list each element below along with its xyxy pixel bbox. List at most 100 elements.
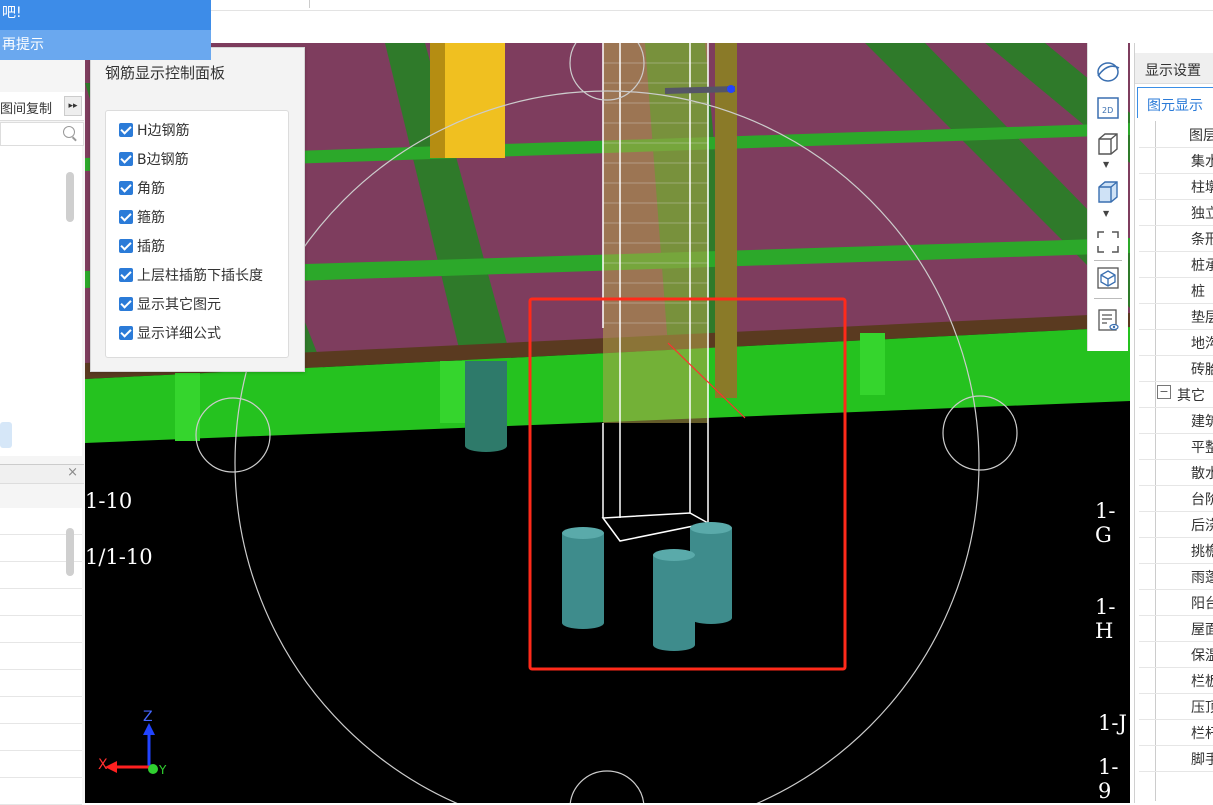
chevron-down-icon[interactable]: ▼	[1103, 209, 1109, 218]
divider	[309, 0, 310, 8]
double-arrow-right-icon[interactable]: ▸▸	[64, 96, 82, 116]
properties-panel-header: ×	[0, 464, 84, 484]
tree-row[interactable]: 雨蓬	[1139, 563, 1213, 590]
z-axis-label: Z	[143, 709, 153, 725]
table-row[interactable]	[0, 643, 82, 670]
tab-element-display[interactable]: 图元显示	[1137, 87, 1213, 118]
axis-label: 1-G	[1095, 499, 1116, 547]
tree-item-label: 阳台	[1191, 596, 1213, 612]
checkbox-icon[interactable]	[119, 239, 133, 253]
tree-row[interactable]: 条形	[1139, 225, 1213, 252]
tree-item-label: 地沟	[1191, 336, 1213, 352]
pile-cap	[860, 333, 885, 395]
tree-item-label: 压顶	[1191, 700, 1213, 716]
fit-view-icon[interactable]	[1095, 229, 1121, 255]
tree-row[interactable]: 砖胎	[1139, 355, 1213, 382]
checkbox-icon[interactable]	[119, 297, 133, 311]
checkbox-icon[interactable]	[119, 123, 133, 137]
tree-row[interactable]: 压顶	[1139, 693, 1213, 720]
dont-show-again-button[interactable]: 再提示	[0, 30, 211, 60]
tree-item-label: 散水	[1191, 466, 1213, 482]
tree-item-label: 建筑	[1191, 414, 1213, 430]
checkbox-dowel[interactable]: 插筋	[119, 235, 165, 257]
2d-view-icon[interactable]: 2D	[1095, 95, 1121, 121]
tree-item-label: 桩承	[1191, 258, 1213, 274]
pile-cap	[440, 361, 465, 423]
tree-row[interactable]: 桩	[1139, 277, 1213, 304]
checkbox-upper-dowel-length[interactable]: 上层柱插筋下插长度	[119, 264, 263, 286]
panel-title: 显示设置	[1145, 63, 1201, 79]
checkbox-b-side-rebar[interactable]: B边钢筋	[119, 148, 189, 170]
tree-row[interactable]: 集水	[1139, 147, 1213, 174]
checkbox-label: 显示其它图元	[137, 297, 221, 313]
tree-row[interactable]: 垫层	[1139, 303, 1213, 330]
checkbox-corner-rebar[interactable]: 角筋	[119, 177, 165, 199]
tree-row[interactable]: 建筑	[1139, 407, 1213, 434]
table-row[interactable]	[0, 724, 82, 751]
table-row[interactable]	[0, 778, 82, 805]
tree-item-label: 其它	[1177, 388, 1205, 404]
scrollbar[interactable]	[66, 172, 74, 222]
table-row[interactable]	[0, 670, 82, 697]
y-axis-label: Y	[159, 763, 167, 777]
checkbox-label: 箍筋	[137, 210, 165, 226]
orbit-icon[interactable]	[1095, 59, 1121, 85]
3d-box-filled-icon[interactable]	[1095, 179, 1121, 205]
tree-row-group[interactable]: − 其它	[1139, 381, 1213, 408]
x-axis-label: X	[98, 757, 108, 773]
tree-row[interactable]: 图层	[1139, 121, 1213, 148]
tree-item-label: 挑檐	[1191, 544, 1213, 560]
checkbox-stirrup[interactable]: 箍筋	[119, 206, 165, 228]
tree-item-label: 图层	[1189, 128, 1213, 144]
table-row[interactable]	[0, 616, 82, 643]
table-row[interactable]	[0, 589, 82, 616]
tree-row[interactable]: 脚手	[1139, 745, 1213, 772]
table-row[interactable]	[0, 751, 82, 778]
tree-row[interactable]: 后浇	[1139, 511, 1213, 538]
checkbox-icon[interactable]	[119, 152, 133, 166]
checkbox-h-side-rebar[interactable]: H边钢筋	[119, 119, 190, 141]
checkbox-icon[interactable]	[119, 268, 133, 282]
tree-row[interactable]: 栏板	[1139, 667, 1213, 694]
checkbox-show-detailed-formula[interactable]: 显示详细公式	[119, 322, 221, 344]
divider	[1094, 298, 1122, 299]
checkbox-label: B边钢筋	[137, 152, 189, 168]
tree-row[interactable]: 地沟	[1139, 329, 1213, 356]
table-row[interactable]	[0, 697, 82, 724]
close-icon[interactable]: ×	[67, 465, 78, 480]
pile	[562, 527, 604, 629]
chevron-down-icon[interactable]: ▼	[1103, 160, 1109, 169]
tree-row[interactable]: 散水	[1139, 459, 1213, 486]
search-icon[interactable]	[63, 126, 75, 138]
display-settings-icon[interactable]	[1095, 307, 1121, 333]
checkbox-icon[interactable]	[119, 210, 133, 224]
collapse-icon[interactable]: −	[1157, 385, 1171, 399]
tree-row[interactable]: 平整	[1139, 433, 1213, 460]
tree-row[interactable]: 阳台	[1139, 589, 1213, 616]
tree-item-label: 平整	[1191, 440, 1213, 456]
checkbox-show-other-elements[interactable]: 显示其它图元	[119, 293, 221, 315]
axis-label: 1-9	[1098, 755, 1119, 803]
tree-row[interactable]: 台阶	[1139, 485, 1213, 512]
3d-box-icon[interactable]	[1095, 131, 1121, 157]
cube-view-icon[interactable]	[1095, 265, 1121, 291]
grip-point[interactable]	[727, 85, 735, 93]
column	[715, 43, 737, 398]
search-input[interactable]	[0, 122, 84, 146]
panel-title: 钢筋显示控制面板	[105, 64, 226, 82]
selected-item[interactable]	[0, 422, 12, 448]
tree-row[interactable]: 挑檐	[1139, 537, 1213, 564]
copy-between-floors-label[interactable]: 图间复制	[0, 98, 52, 117]
tree-row[interactable]: 屋面	[1139, 615, 1213, 642]
tree-row[interactable]: 独立	[1139, 199, 1213, 226]
checkbox-icon[interactable]	[119, 181, 133, 195]
tree-row[interactable]: 桩承	[1139, 251, 1213, 278]
scrollbar[interactable]	[66, 528, 74, 576]
tree-row[interactable]: 栏杆	[1139, 719, 1213, 746]
tree-row[interactable]: 柱墩	[1139, 173, 1213, 200]
panel-header: 显示设置	[1135, 53, 1213, 84]
checkbox-label: H边钢筋	[137, 123, 190, 139]
left-panel-header: 图间复制 ▸▸	[0, 92, 84, 121]
checkbox-icon[interactable]	[119, 326, 133, 340]
tree-row[interactable]: 保温	[1139, 641, 1213, 668]
